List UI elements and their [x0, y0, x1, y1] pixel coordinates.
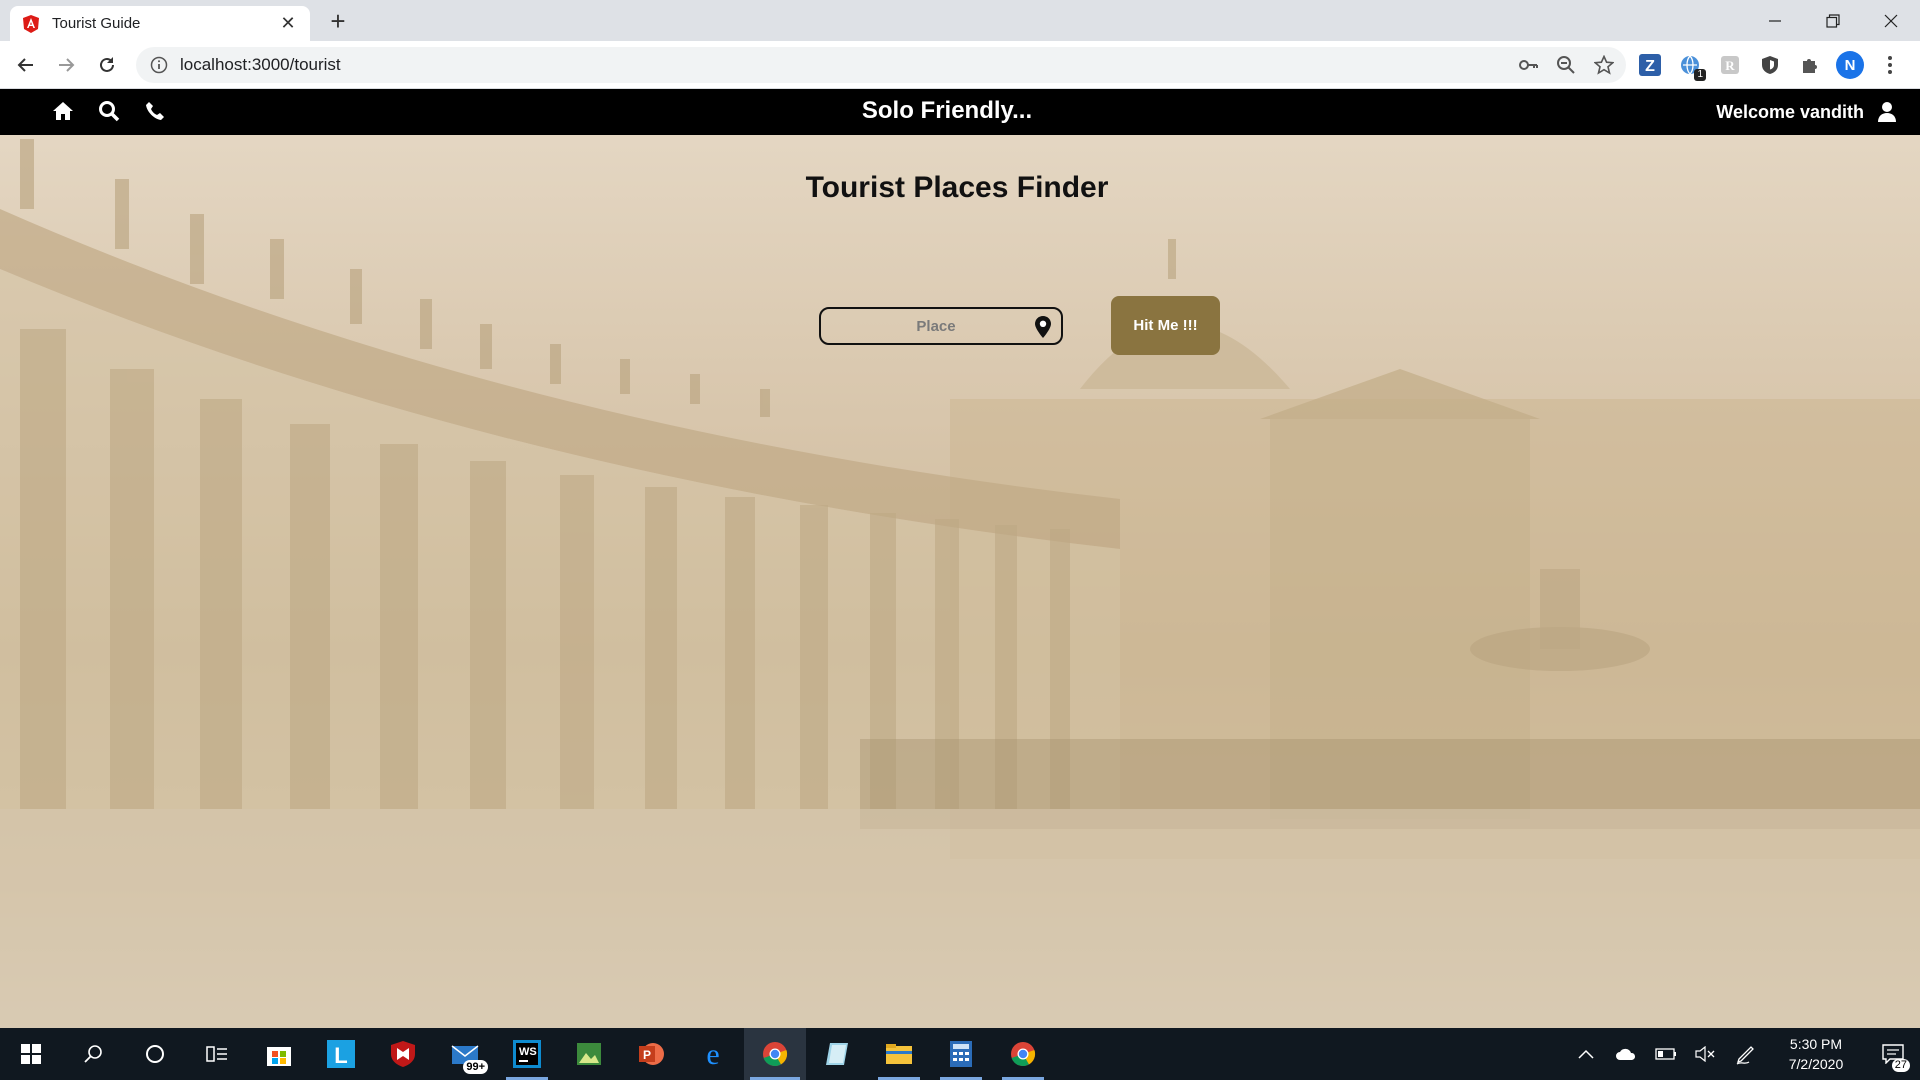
mcafee-icon[interactable]	[372, 1028, 434, 1080]
address-bar[interactable]: localhost:3000/tourist	[136, 47, 1626, 83]
place-field	[819, 307, 1063, 345]
windows-taskbar: L 99+ WS P e 5:30 PM 7/2/2020 27	[0, 1028, 1920, 1080]
brand-title: Solo Friendly...	[861, 97, 1033, 124]
site-info-icon[interactable]	[150, 56, 168, 74]
forward-arrow-icon[interactable]	[50, 49, 82, 81]
battery-icon[interactable]	[1646, 1028, 1686, 1080]
windows-start-icon[interactable]	[0, 1028, 62, 1080]
launcher-l-icon[interactable]: L	[310, 1028, 372, 1080]
chrome-taskbar-icon[interactable]	[744, 1028, 806, 1080]
pen-workspace-icon[interactable]	[1726, 1028, 1766, 1080]
cortana-icon[interactable]	[124, 1028, 186, 1080]
new-tab-button[interactable]: +	[325, 8, 351, 34]
mail-icon[interactable]: 99+	[434, 1028, 496, 1080]
svg-text:e: e	[706, 1041, 719, 1067]
hit-me-button[interactable]: Hit Me !!!	[1111, 296, 1220, 355]
close-tab-icon[interactable]: ✕	[278, 13, 298, 34]
action-center-icon[interactable]: 27	[1866, 1028, 1920, 1080]
zoom-icon[interactable]	[1556, 55, 1576, 80]
zotero-extension-icon[interactable]: Z	[1636, 51, 1664, 79]
page-title: Tourist Places Finder	[805, 171, 1109, 204]
svg-text:R: R	[1725, 58, 1735, 73]
photo-app-icon[interactable]	[558, 1028, 620, 1080]
url-text: localhost:3000/tourist	[180, 55, 341, 74]
mail-badge: 99+	[463, 1060, 488, 1074]
browser-toolbar: localhost:3000/tourist Z 1 R N	[0, 41, 1920, 89]
taskbar-search-icon[interactable]	[62, 1028, 124, 1080]
browser-tabstrip: Tourist Guide ✕ +	[0, 0, 1920, 41]
powerpoint-icon[interactable]: P	[620, 1028, 682, 1080]
chrome-second-window-icon[interactable]	[992, 1028, 1054, 1080]
system-tray: 5:30 PM 7/2/2020 27	[1566, 1028, 1920, 1080]
calculator-icon[interactable]	[930, 1028, 992, 1080]
svg-text:L: L	[334, 1043, 347, 1068]
restore-button[interactable]	[1804, 0, 1862, 41]
edge-icon[interactable]: e	[682, 1028, 744, 1080]
profile-initial: N	[1836, 51, 1864, 79]
profile-avatar[interactable]: N	[1836, 51, 1864, 79]
reader-extension-icon[interactable]: R	[1716, 51, 1744, 79]
close-window-button[interactable]	[1862, 0, 1920, 41]
extensions-bar: Z 1 R N	[1636, 51, 1904, 81]
app-navbar: Solo Friendly... Welcome vandith	[0, 89, 1920, 135]
svg-text:P: P	[643, 1048, 651, 1062]
bookmark-star-icon[interactable]	[1593, 54, 1615, 80]
clock-time: 5:30 PM	[1789, 1036, 1843, 1052]
browser-tab[interactable]: Tourist Guide ✕	[10, 6, 310, 41]
task-view-icon[interactable]	[186, 1028, 248, 1080]
browser-menu-icon[interactable]	[1876, 51, 1904, 79]
tab-title: Tourist Guide	[52, 15, 141, 32]
webstorm-icon[interactable]: WS	[496, 1028, 558, 1080]
map-pin-icon	[1035, 316, 1051, 338]
angular-favicon-icon	[22, 14, 40, 33]
taskbar-clock[interactable]: 5:30 PM 7/2/2020	[1766, 1034, 1866, 1074]
notes-app-icon[interactable]	[806, 1028, 868, 1080]
notification-count: 27	[1891, 1059, 1910, 1072]
show-hidden-icons-chevron-icon[interactable]	[1566, 1028, 1606, 1080]
user-icon[interactable]	[1874, 99, 1900, 125]
password-key-icon[interactable]	[1518, 55, 1538, 80]
translate-extension-icon[interactable]: 1	[1676, 51, 1706, 81]
puzzle-extensions-icon[interactable]	[1796, 51, 1824, 79]
store-icon[interactable]	[248, 1028, 310, 1080]
clock-date: 7/2/2020	[1788, 1056, 1844, 1072]
basilica-illustration	[0, 139, 1920, 1028]
svg-text:Z: Z	[1645, 58, 1655, 75]
background-image	[0, 89, 1920, 1028]
minimize-button[interactable]	[1746, 0, 1804, 41]
extension-badge: 1	[1694, 69, 1706, 81]
file-explorer-icon[interactable]	[868, 1028, 930, 1080]
window-controls	[1746, 0, 1920, 41]
welcome-text: Welcome vandith	[1716, 102, 1864, 122]
back-arrow-icon[interactable]	[10, 49, 42, 81]
svg-text:WS: WS	[519, 1046, 537, 1058]
onedrive-cloud-icon[interactable]	[1606, 1028, 1646, 1080]
reload-icon[interactable]	[91, 49, 123, 81]
place-input[interactable]	[821, 311, 1021, 341]
shield-extension-icon[interactable]	[1756, 51, 1784, 79]
webpage: Solo Friendly... Welcome vandith Tourist…	[0, 89, 1920, 1028]
volume-muted-icon[interactable]	[1686, 1028, 1726, 1080]
